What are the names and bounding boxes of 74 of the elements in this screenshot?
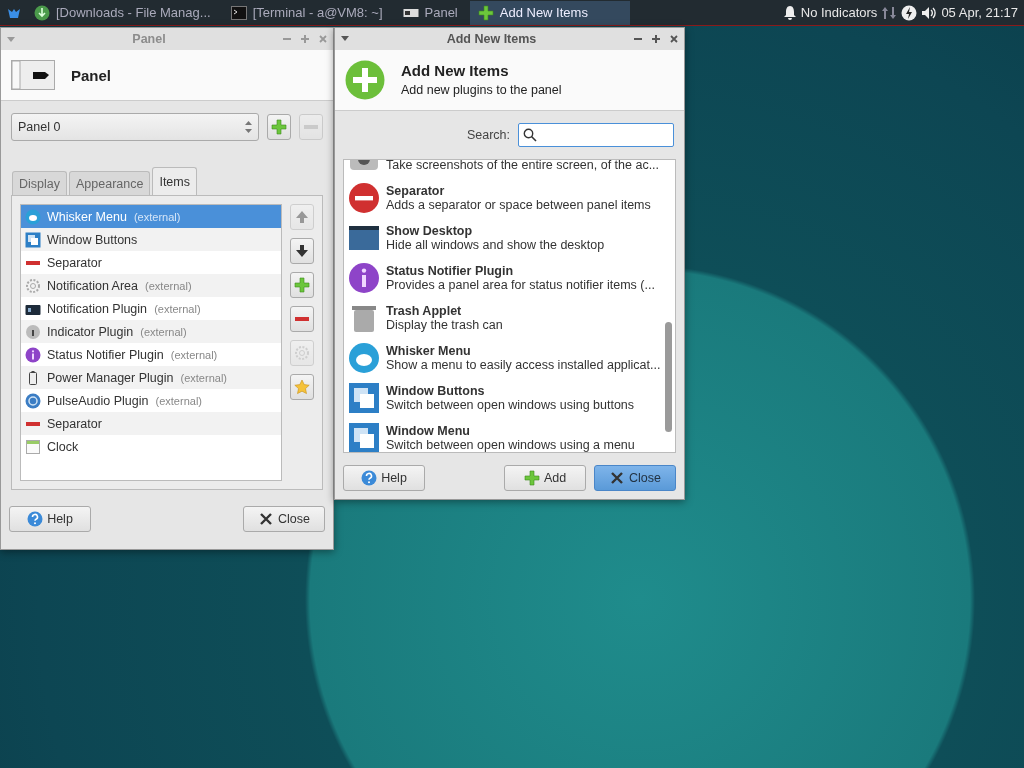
- maximize-icon[interactable]: [652, 34, 660, 43]
- terminal-icon: [230, 4, 247, 21]
- list-item[interactable]: Notification Area (external): [21, 274, 281, 297]
- dialog-heading: Panel: [71, 66, 112, 84]
- close-button[interactable]: Close: [594, 465, 676, 491]
- window-title: Panel: [131, 32, 167, 46]
- plus-icon: [271, 119, 287, 135]
- list-item[interactable]: Separator: [21, 412, 281, 435]
- scrollbar[interactable]: [665, 321, 672, 432]
- add-button[interactable]: [290, 272, 314, 298]
- download-icon: [34, 4, 50, 21]
- plus-icon: [345, 59, 385, 100]
- taskbar-button[interactable]: Add New Items: [469, 0, 630, 25]
- no-entry-icon: [348, 181, 380, 214]
- tab[interactable]: Display: [12, 171, 67, 195]
- separator-icon: [26, 421, 40, 426]
- taskbar-button[interactable]: [Downloads - File Manag...: [26, 0, 219, 25]
- close-button[interactable]: Close: [243, 506, 325, 532]
- caret-icon[interactable]: [341, 36, 349, 42]
- list-item[interactable]: Window Buttons: [21, 228, 281, 251]
- list-item[interactable]: Power Manager Plugin (external): [21, 366, 281, 389]
- panel-dropdown[interactable]: Panel 0: [11, 113, 259, 141]
- down-button[interactable]: [290, 238, 314, 264]
- separator-icon: [26, 260, 40, 265]
- taskbar-button[interactable]: Panel: [394, 0, 466, 25]
- network-icon[interactable]: [881, 4, 898, 21]
- plugin-item[interactable]: Take screenshots of the entire screen, of the ac...: [344, 159, 675, 178]
- plugin-item[interactable]: Trash Applet Display the trash can: [344, 297, 675, 338]
- info-icon: [348, 261, 380, 294]
- dialog-subtitle: Add new plugins to the panel: [401, 83, 562, 98]
- help-icon: [361, 470, 378, 486]
- plugin-item[interactable]: Show Desktop Hide all windows and show the desktop: [344, 217, 675, 258]
- tab[interactable]: Appearance: [69, 171, 151, 195]
- bell-icon[interactable]: [782, 4, 797, 21]
- windows-icon: [348, 381, 380, 414]
- star-icon: [294, 379, 310, 395]
- plus-icon: [477, 4, 494, 21]
- spin-arrows-icon: [245, 121, 252, 133]
- help-button[interactable]: Help: [343, 465, 425, 491]
- remove-button[interactable]: [290, 306, 314, 332]
- gear-icon: [294, 345, 310, 361]
- calendar-icon: [25, 438, 41, 455]
- close-icon: [258, 511, 274, 527]
- tab[interactable]: Items: [152, 167, 197, 195]
- dialog-heading: Add New Items: [401, 62, 510, 80]
- close-icon[interactable]: [670, 34, 678, 43]
- gear-icon: [25, 277, 41, 294]
- plugin-item[interactable]: Status Notifier Plugin Provides a panel area for status notifier items (...: [344, 257, 675, 298]
- close-icon: [609, 470, 625, 486]
- plus-icon: [523, 470, 540, 486]
- search-icon: [523, 127, 537, 142]
- add-button[interactable]: Add: [504, 465, 586, 491]
- help-button[interactable]: Help: [9, 506, 91, 532]
- down-arrow-icon: [294, 243, 310, 259]
- search-label: Search:: [466, 127, 510, 142]
- clock-text[interactable]: 05 Apr, 21:17: [941, 5, 1018, 20]
- window-title: Add New Items: [445, 31, 538, 46]
- list-item[interactable]: Indicator Plugin (external): [21, 320, 281, 343]
- help-icon: [27, 511, 44, 527]
- taskbar-button[interactable]: [Terminal - a@VM8: ~]: [222, 0, 391, 25]
- plugin-item[interactable]: Whisker Menu Show a menu to easily access installed applicat...: [344, 337, 675, 378]
- up-arrow-icon: [294, 209, 310, 225]
- info-icon: [25, 346, 41, 363]
- search-field[interactable]: [518, 122, 674, 147]
- power-icon[interactable]: [901, 4, 918, 21]
- plugin-item[interactable]: Window Menu Switch between open windows using a menu: [344, 417, 675, 452]
- plus-icon: [294, 277, 310, 293]
- star-button[interactable]: [290, 374, 314, 400]
- plugin-item[interactable]: Window Buttons Switch between open windows using buttons: [344, 377, 675, 418]
- info-icon: [25, 323, 41, 340]
- windows-icon: [25, 231, 41, 248]
- plugin-item[interactable]: Separator Adds a separator or space between panel items: [344, 177, 675, 218]
- indicator-text[interactable]: No Indicators: [800, 5, 878, 20]
- add-panel-button[interactable]: [267, 114, 291, 140]
